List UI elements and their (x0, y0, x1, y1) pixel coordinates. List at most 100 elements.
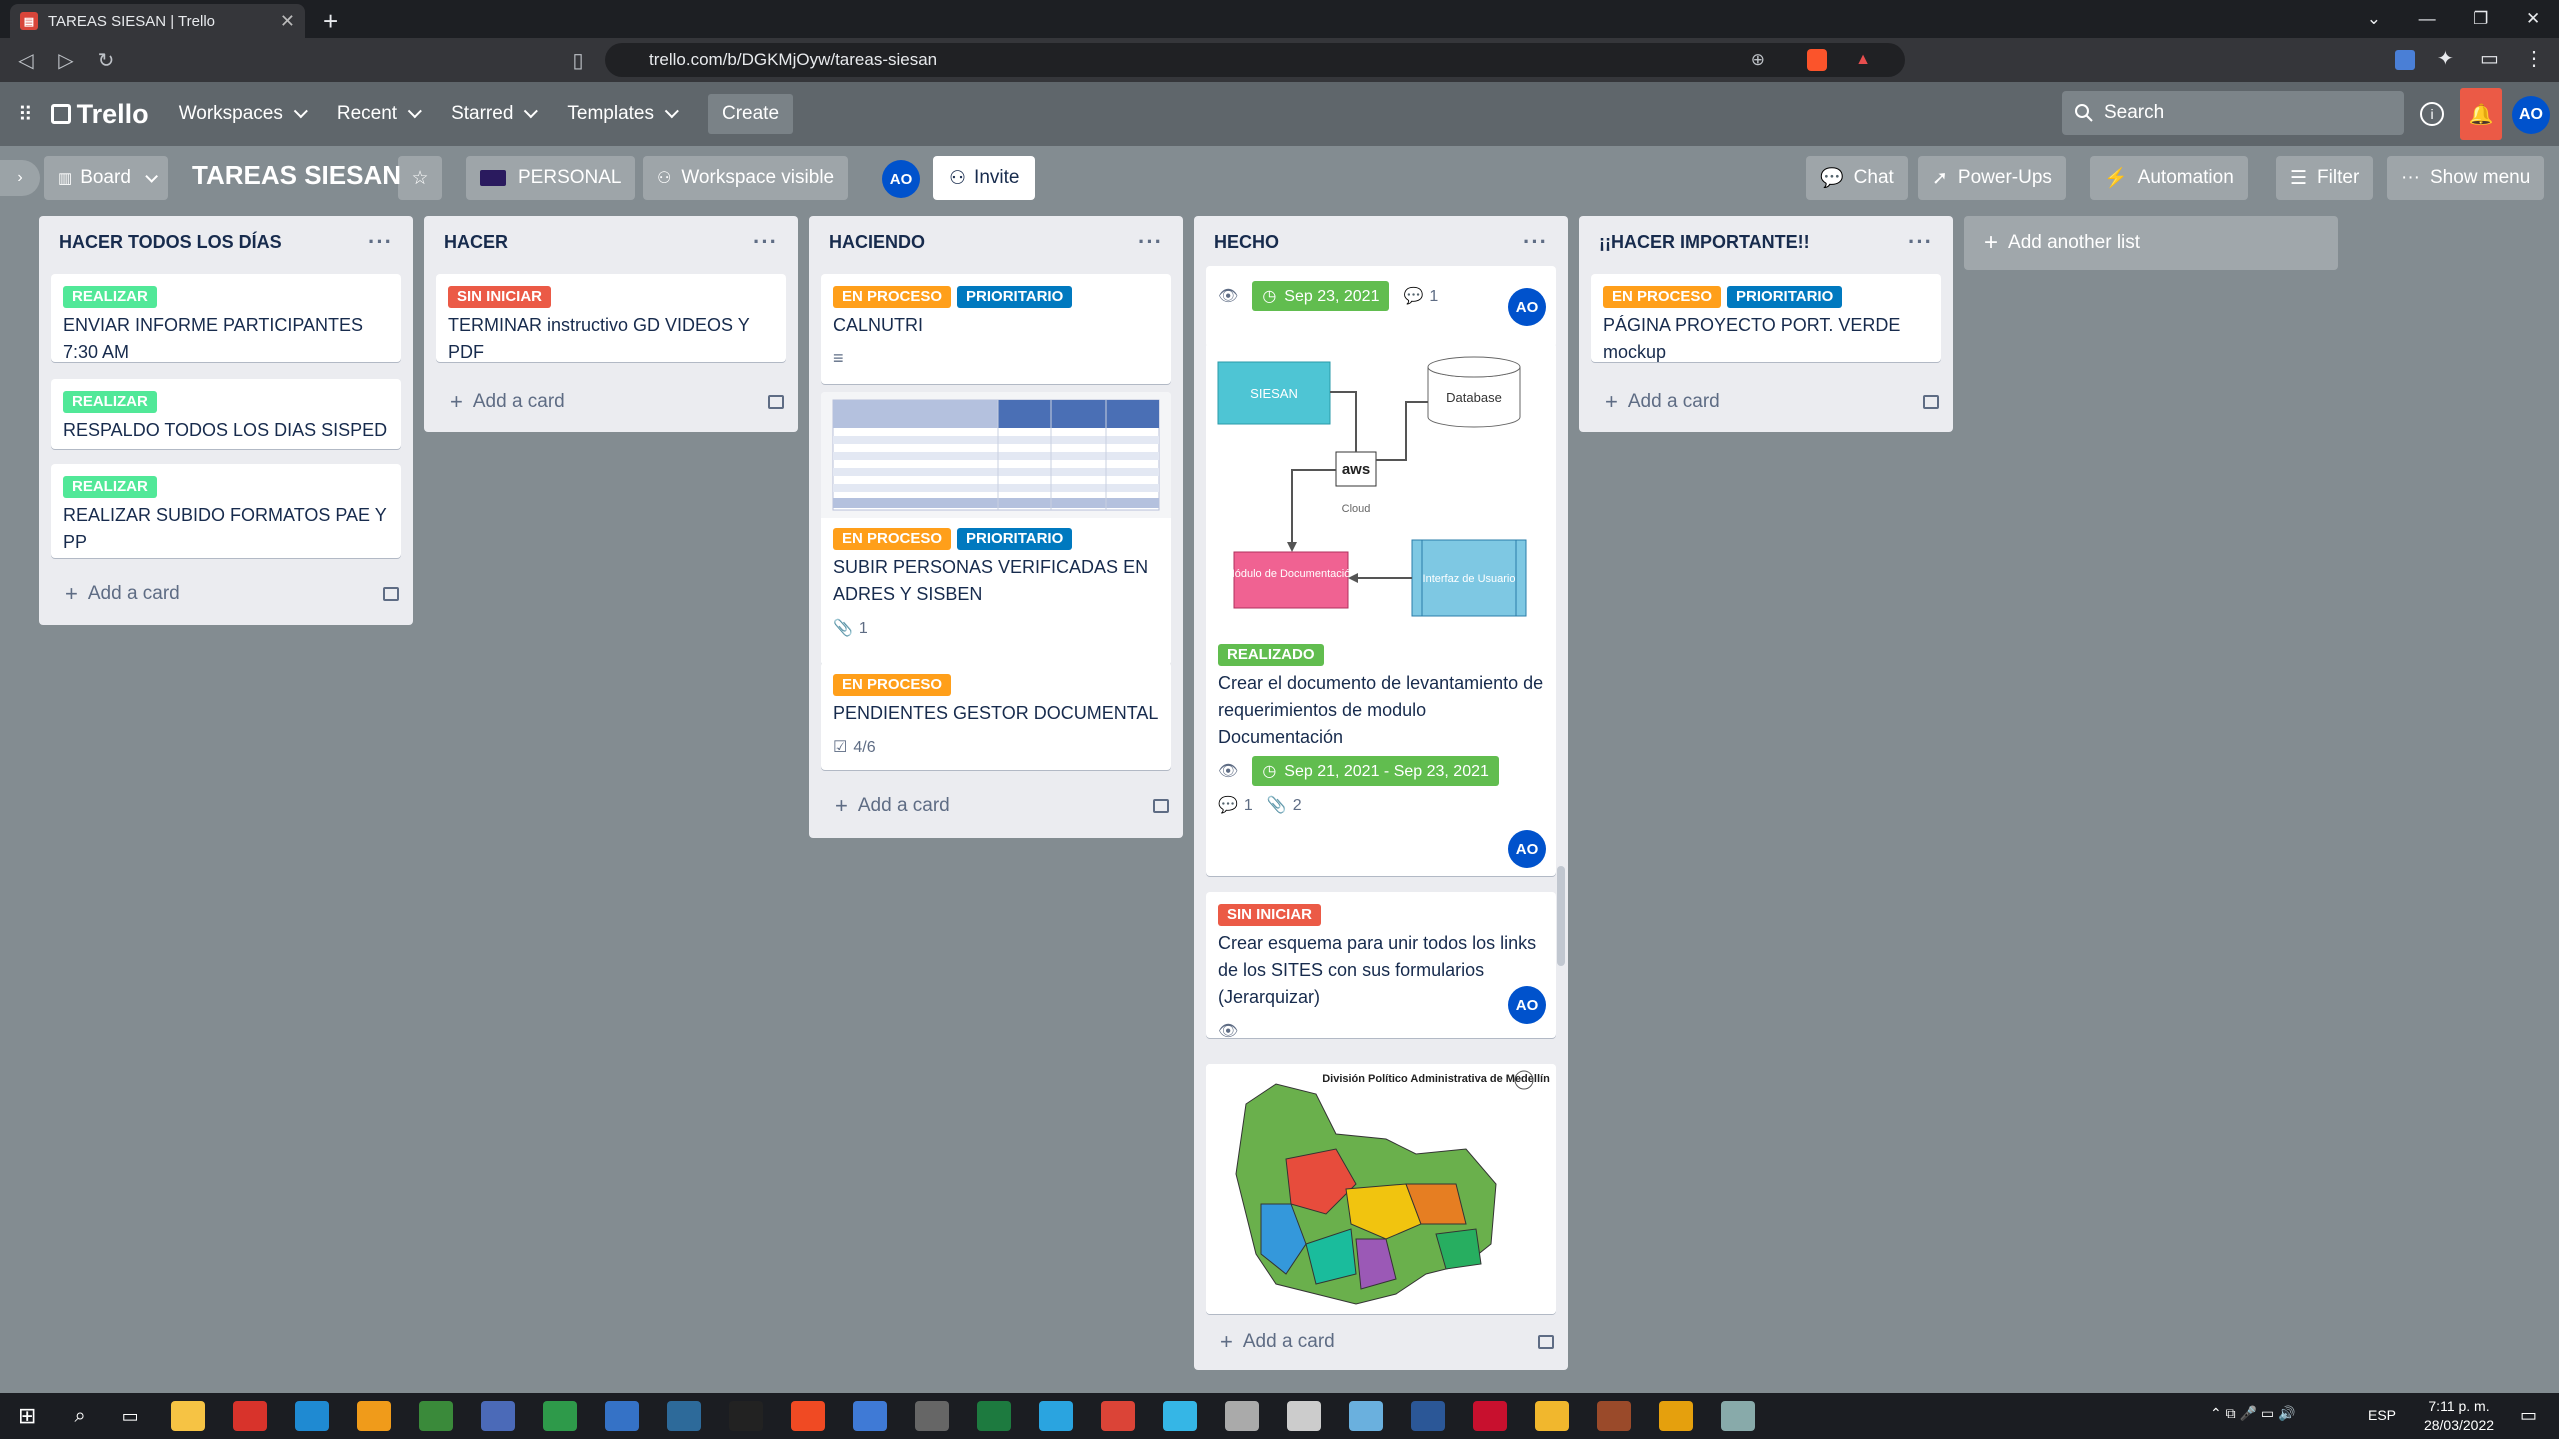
card[interactable]: REALIZAR RESPALDO TODOS LOS DIAS SISPED (51, 379, 401, 449)
workspaces-menu[interactable]: Workspaces (179, 103, 308, 125)
telegram-icon[interactable] (1038, 1401, 1073, 1431)
app-icon[interactable] (852, 1401, 887, 1431)
trello-logo[interactable]: Trello (50, 99, 149, 130)
app-icon[interactable] (542, 1401, 577, 1431)
brave-browser-icon[interactable] (790, 1401, 825, 1431)
card[interactable]: SIESAN Database aws Cloud Módulo de Docu… (1206, 342, 1556, 876)
wallet-icon[interactable]: ▭ (2480, 46, 2499, 71)
card[interactable]: EN PROCESO PENDIENTES GESTOR DOCUMENTAL … (821, 662, 1171, 770)
list-title[interactable]: HACER TODOS LOS DÍAS (59, 232, 282, 253)
app-icon[interactable] (1596, 1401, 1631, 1431)
automation-button[interactable]: ⚡ Automation (2090, 156, 2248, 200)
new-tab-button[interactable]: + (323, 8, 338, 34)
app-icon[interactable] (666, 1401, 701, 1431)
app-icon[interactable] (1224, 1401, 1259, 1431)
templates-menu[interactable]: Templates (567, 103, 679, 125)
visibility-button[interactable]: ⚇ Workspace visible (643, 156, 849, 200)
card-template-icon[interactable] (1153, 799, 1169, 813)
filter-button[interactable]: ☰ Filter (2276, 156, 2374, 200)
list-title[interactable]: HECHO (1214, 232, 1279, 253)
add-card-button[interactable]: + Add a card (1593, 382, 1939, 422)
minimize-icon[interactable]: — (2419, 9, 2436, 29)
zoom-icon[interactable]: ⊕ (1751, 50, 1765, 70)
chrome-icon[interactable] (1658, 1401, 1693, 1431)
card[interactable]: División Político Administrativa de Mede… (1206, 1064, 1556, 1314)
maximize-icon[interactable]: ❐ (2473, 9, 2488, 29)
settings-icon[interactable] (1286, 1401, 1321, 1431)
card-member-avatar[interactable]: AO (1508, 288, 1546, 326)
app-icon[interactable] (1534, 1401, 1569, 1431)
board-title[interactable]: TAREAS SIESAN (192, 160, 401, 191)
starred-menu[interactable]: Starred (451, 103, 539, 125)
list-actions-icon[interactable]: ··· (753, 229, 778, 255)
add-card-button[interactable]: + Add a card (53, 574, 399, 614)
card-template-icon[interactable] (1923, 395, 1939, 409)
card-template-icon[interactable] (768, 395, 784, 409)
card[interactable]: EN PROCESO PRIORITARIO SUBIR PERSONAS VER… (821, 392, 1171, 666)
add-card-button[interactable]: + Add a card (823, 786, 1169, 826)
info-icon[interactable]: i (2420, 102, 2444, 126)
card[interactable]: REALIZAR REALIZAR SUBIDO FORMATOS PAE Y … (51, 464, 401, 558)
list-actions-icon[interactable]: ··· (1523, 229, 1548, 255)
card-member-avatar[interactable]: AO (1508, 986, 1546, 1024)
powerups-button[interactable]: ➚ Power-Ups (1918, 156, 2066, 200)
app-icon[interactable] (914, 1401, 949, 1431)
word-icon[interactable] (1410, 1401, 1445, 1431)
add-card-button[interactable]: + Add a card (1208, 1322, 1554, 1362)
card[interactable]: 👁 ◷ Sep 23, 2021 💬 1 AO (1206, 266, 1556, 348)
recent-menu[interactable]: Recent (337, 103, 422, 125)
task-view-icon[interactable]: ▭ (122, 1406, 139, 1427)
clock[interactable]: 7:11 p. m. 28/03/2022 (2414, 1397, 2504, 1435)
workspace-button[interactable]: PERSONAL (466, 156, 636, 200)
list-title[interactable]: HACIENDO (829, 232, 925, 253)
list-header[interactable]: ¡¡HACER IMPORTANTE!! ··· (1579, 216, 1953, 268)
address-bar[interactable]: trello.com/b/DGKMjOyw/tareas-siesan ⊕ ▲ (605, 43, 1905, 77)
card[interactable]: SIN INICIAR Crear esquema para unir todo… (1206, 892, 1556, 1038)
app-icon[interactable] (604, 1401, 639, 1431)
close-tab-icon[interactable]: ✕ (280, 11, 295, 32)
card[interactable]: REALIZAR ENVIAR INFORME PARTICIPANTES 7:… (51, 274, 401, 362)
reload-icon[interactable]: ↻ (86, 48, 126, 73)
create-button[interactable]: Create (708, 94, 794, 134)
brave-shields-icon[interactable] (1807, 49, 1827, 71)
card[interactable]: SIN INICIAR TERMINAR instructivo GD VIDE… (436, 274, 786, 362)
card-member-avatar[interactable]: AO (1508, 830, 1546, 868)
notifications-bell-icon[interactable]: 🔔 (2460, 88, 2502, 140)
card-template-icon[interactable] (1538, 1335, 1554, 1349)
list-scrollbar[interactable] (1557, 866, 1565, 966)
epic-games-icon[interactable] (728, 1401, 763, 1431)
close-window-icon[interactable]: ✕ (2526, 9, 2540, 29)
extensions-icon[interactable]: ✦ (2437, 46, 2454, 71)
list-title[interactable]: ¡¡HACER IMPORTANTE!! (1599, 232, 1810, 253)
list-actions-icon[interactable]: ··· (368, 229, 393, 255)
app-icon[interactable] (1348, 1401, 1383, 1431)
list-title[interactable]: HACER (444, 232, 508, 253)
excel-icon[interactable] (976, 1401, 1011, 1431)
board-view-switcher[interactable]: ▥ Board (44, 156, 168, 200)
due-date-badge[interactable]: ◷ Sep 21, 2021 - Sep 23, 2021 (1252, 756, 1499, 786)
chat-button[interactable]: 💬 Chat (1806, 156, 1908, 200)
browser-tab[interactable]: ▤ TAREAS SIESAN | Trello ✕ (10, 4, 305, 38)
chrome-icon[interactable] (1100, 1401, 1135, 1431)
app-icon[interactable] (1162, 1401, 1197, 1431)
brave-rewards-icon[interactable]: ▲ (1855, 51, 1871, 69)
app-icon[interactable] (480, 1401, 515, 1431)
notification-center-icon[interactable]: ▭ (2520, 1405, 2537, 1426)
add-card-button[interactable]: + Add a card (438, 382, 784, 422)
list-actions-icon[interactable]: ··· (1908, 229, 1933, 255)
sidebar-expand-icon[interactable]: › (0, 160, 40, 196)
app-icon[interactable] (232, 1401, 267, 1431)
card[interactable]: EN PROCESO PRIORITARIO PÁGINA PROYECTO PO… (1591, 274, 1941, 362)
windows-start-icon[interactable]: ⊞ (18, 1403, 36, 1429)
board-member-avatar[interactable]: AO (882, 160, 920, 198)
user-avatar[interactable]: AO (2512, 96, 2550, 134)
vscode-icon[interactable] (294, 1401, 329, 1431)
show-menu-button[interactable]: ··· Show menu (2387, 156, 2545, 200)
file-explorer-icon[interactable] (170, 1401, 205, 1431)
search-app-icon[interactable] (356, 1401, 391, 1431)
acrobat-icon[interactable] (1472, 1401, 1507, 1431)
forward-icon[interactable]: ▷ (46, 48, 86, 73)
add-list-button[interactable]: + Add another list (1964, 216, 2338, 270)
translate-extension-icon[interactable] (2395, 50, 2415, 70)
language-indicator[interactable]: ESP (2368, 1407, 2396, 1423)
